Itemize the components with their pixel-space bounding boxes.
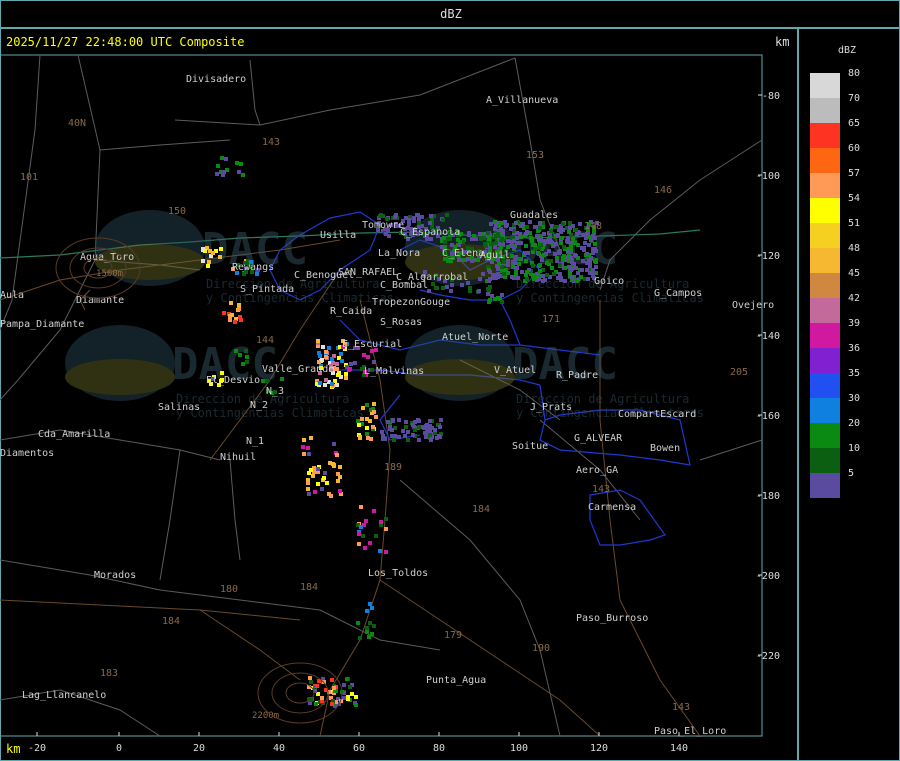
legend-swatch [810,223,840,248]
legend-swatch [810,448,840,473]
legend-swatch [810,323,840,348]
map-frame[interactable] [0,28,798,761]
legend-value: 45 [848,268,861,279]
legend-swatch [810,123,840,148]
legend-value: 42 [848,293,861,304]
legend-swatch [810,423,840,448]
legend-value: 51 [848,218,861,229]
legend-swatch [810,373,840,398]
legend-value: 57 [848,168,861,179]
km-unit-bottom: km [6,742,21,756]
legend-value: 10 [848,443,861,454]
km-unit-top: km [775,35,790,49]
legend-value: 36 [848,343,861,354]
timestamp: 2025/11/27 22:48:00 UTC Composite [6,35,245,49]
legend-swatch [810,273,840,298]
top-bar: dBZ [0,0,900,28]
legend-value: 39 [848,318,861,329]
legend-value: 70 [848,93,861,104]
legend-value: 35 [848,368,861,379]
legend-value: 65 [848,118,861,129]
product-title: dBZ [440,7,462,21]
legend-value: 54 [848,193,861,204]
legend-swatch [810,473,840,498]
legend-value: 48 [848,243,861,254]
legend-swatch [810,348,840,373]
legend-swatch [810,73,840,98]
legend-value: 60 [848,143,861,154]
legend-swatch [810,98,840,123]
legend-value: 80 [848,68,861,79]
legend-swatch [810,173,840,198]
legend-value: 30 [848,393,861,404]
legend-swatch [810,148,840,173]
legend-swatch [810,248,840,273]
legend-value: 5 [848,468,855,479]
legend-swatch [810,298,840,323]
legend-title: dBZ [838,45,857,56]
legend-swatch [810,398,840,423]
legend-value: 20 [848,418,861,429]
legend-swatch [810,198,840,223]
